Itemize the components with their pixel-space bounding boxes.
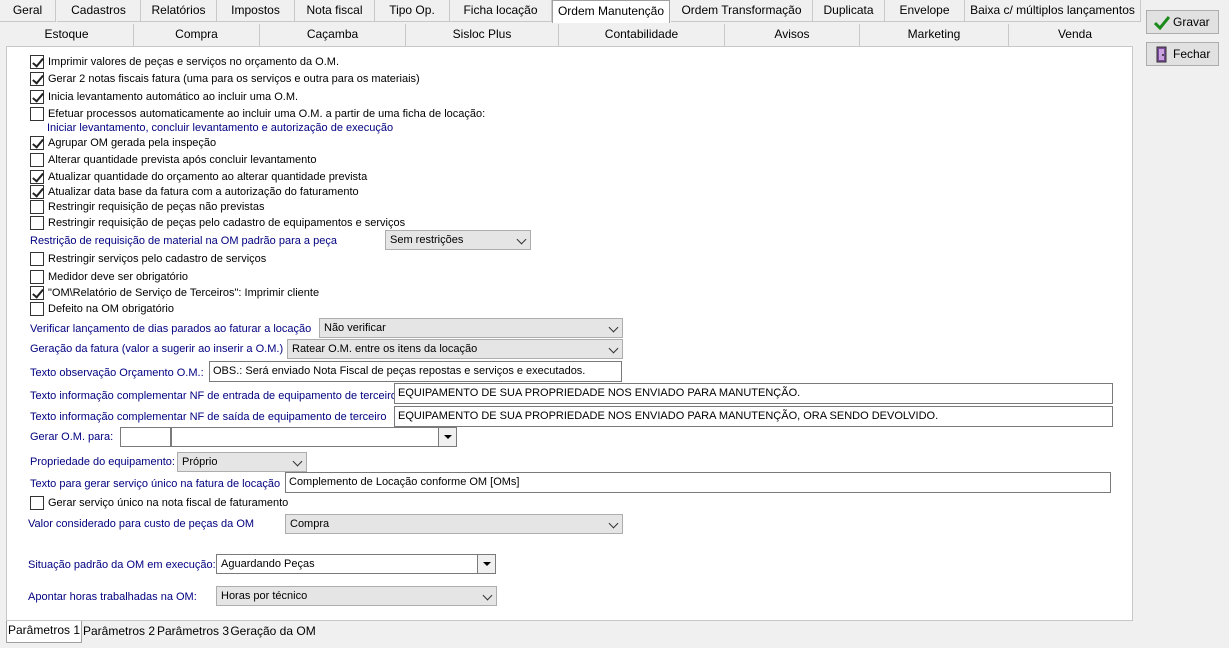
tab-avisos[interactable]: Avisos: [725, 24, 860, 46]
tab-venda[interactable]: Venda: [1009, 24, 1141, 46]
checkbox-box[interactable]: [30, 170, 44, 184]
tab-compra[interactable]: Compra: [134, 24, 260, 46]
check-icon: [1153, 15, 1171, 37]
tab-relatorios[interactable]: Relatórios: [141, 0, 217, 22]
checkbox-box[interactable]: [30, 55, 44, 69]
close-label: Fechar: [1173, 47, 1211, 61]
checkbox-box[interactable]: [30, 90, 44, 104]
checkbox-box[interactable]: [30, 200, 44, 214]
situacao-label: Situação padrão da OM em execução:: [28, 559, 216, 571]
restricao-value: Sem restrições: [390, 234, 464, 246]
obs-input[interactable]: OBS.: Será enviado Nota Fiscal de peças …: [209, 361, 622, 382]
tab-sisloc-plus[interactable]: Sisloc Plus: [406, 24, 559, 46]
dropdown-arrow-icon[interactable]: [438, 428, 456, 446]
auto-process-sublabel: Iniciar levantamento, concluir levantame…: [47, 122, 394, 134]
apontar-select[interactable]: Horas por técnico: [216, 586, 497, 606]
servico-unico-label: Texto para gerar serviço único na fatura…: [30, 478, 281, 490]
save-label: Gravar: [1173, 15, 1210, 29]
valor-custo-label: Valor considerado para custo de peças da…: [28, 518, 255, 530]
parameters-panel: Imprimir valores de peças e serviços no …: [6, 46, 1133, 621]
gerar-om-code-input[interactable]: [120, 427, 171, 447]
tab-nota-fiscal[interactable]: Nota fiscal: [295, 0, 375, 22]
nf-entrada-label: Texto informação complementar NF de entr…: [30, 390, 397, 402]
tab-ficha-locacao[interactable]: Ficha locação: [450, 0, 552, 22]
verificar-value: Não verificar: [324, 322, 386, 334]
checkbox-box[interactable]: [30, 302, 44, 316]
checkbox-box[interactable]: [30, 185, 44, 199]
tab-duplicata[interactable]: Duplicata: [813, 0, 885, 22]
situacao-select[interactable]: Aguardando Peças: [216, 554, 496, 574]
checkbox-box[interactable]: [30, 216, 44, 230]
propriedade-value: Próprio: [182, 456, 218, 468]
tab-parametros-2[interactable]: Parâmetros 2: [82, 622, 156, 642]
tab-contabilidade[interactable]: Contabilidade: [559, 24, 725, 46]
gerar-om-label: Gerar O.M. para:: [30, 431, 114, 443]
tab-ordem-transformacao[interactable]: Ordem Transformação: [671, 0, 813, 22]
dropdown-arrow-icon[interactable]: [477, 555, 495, 573]
verificar-select[interactable]: Não verificar: [319, 318, 623, 338]
chevron-down-icon: [482, 590, 493, 601]
save-button[interactable]: Gravar: [1146, 10, 1219, 34]
apontar-value: Horas por técnico: [221, 590, 308, 602]
door-exit-icon: [1154, 46, 1170, 70]
gerar-om-select[interactable]: [171, 427, 457, 447]
valor-custo-value: Compra: [290, 518, 330, 530]
servico-unico-input[interactable]: Complemento de Locação conforme OM [OMs]: [285, 472, 1111, 493]
restricao-label: Restrição de requisição de material na O…: [30, 235, 337, 247]
checkbox-box[interactable]: [30, 496, 44, 510]
checkbox-box[interactable]: [30, 286, 44, 300]
situacao-value: Aguardando Peças: [221, 558, 315, 570]
geracao-select[interactable]: Ratear O.M. entre os itens da locação: [287, 339, 623, 359]
tab-tipo-op[interactable]: Tipo Op.: [375, 0, 450, 22]
restricao-select[interactable]: Sem restrições: [385, 230, 531, 250]
close-button[interactable]: Fechar: [1146, 42, 1219, 66]
chevron-down-icon: [608, 322, 619, 333]
chevron-down-icon: [292, 456, 303, 467]
nf-saida-label: Texto informação complementar NF de saíd…: [30, 411, 387, 423]
geracao-label: Geração da fatura (valor a sugerir ao in…: [30, 343, 284, 355]
tab-geral[interactable]: Geral: [0, 0, 56, 22]
checkbox-box[interactable]: [30, 252, 44, 266]
tab-geracao-om[interactable]: Geração da OM: [230, 622, 316, 642]
checkbox-box[interactable]: [30, 107, 44, 121]
chevron-down-icon: [608, 518, 619, 529]
checkbox-box[interactable]: [30, 270, 44, 284]
tab-cadastros[interactable]: Cadastros: [57, 0, 141, 22]
apontar-label: Apontar horas trabalhadas na OM:: [28, 591, 197, 603]
chevron-down-icon: [516, 234, 527, 245]
verificar-label: Verificar lançamento de dias parados ao …: [30, 323, 312, 335]
chevron-down-icon: [608, 343, 619, 354]
obs-label: Texto observação Orçamento O.M.:: [30, 367, 204, 379]
checkbox-box[interactable]: [30, 153, 44, 167]
propriedade-select[interactable]: Próprio: [177, 452, 307, 472]
tab-impostos[interactable]: Impostos: [217, 0, 295, 22]
checkbox-box[interactable]: [30, 136, 44, 150]
tab-parametros-1[interactable]: Parâmetros 1: [6, 621, 82, 643]
tab-cacamba[interactable]: Caçamba: [260, 24, 406, 46]
tab-marketing[interactable]: Marketing: [860, 24, 1009, 46]
nf-saida-input[interactable]: EQUIPAMENTO DE SUA PROPRIEDADE NOS ENVIA…: [394, 406, 1113, 427]
tab-baixa-multiplos[interactable]: Baixa c/ múltiplos lançamentos: [965, 0, 1141, 22]
tab-estoque[interactable]: Estoque: [0, 24, 134, 46]
tab-parametros-3[interactable]: Parâmetros 3: [156, 622, 230, 642]
checkbox-box[interactable]: [30, 72, 44, 86]
propriedade-label: Propriedade do equipamento:: [30, 456, 175, 468]
geracao-value: Ratear O.M. entre os itens da locação: [292, 343, 478, 355]
nf-entrada-input[interactable]: EQUIPAMENTO DE SUA PROPRIEDADE NOS ENVIA…: [394, 383, 1113, 404]
valor-custo-select[interactable]: Compra: [285, 514, 623, 534]
tab-ordem-manutencao[interactable]: Ordem Manutenção: [552, 0, 670, 23]
tab-envelope[interactable]: Envelope: [885, 0, 965, 22]
